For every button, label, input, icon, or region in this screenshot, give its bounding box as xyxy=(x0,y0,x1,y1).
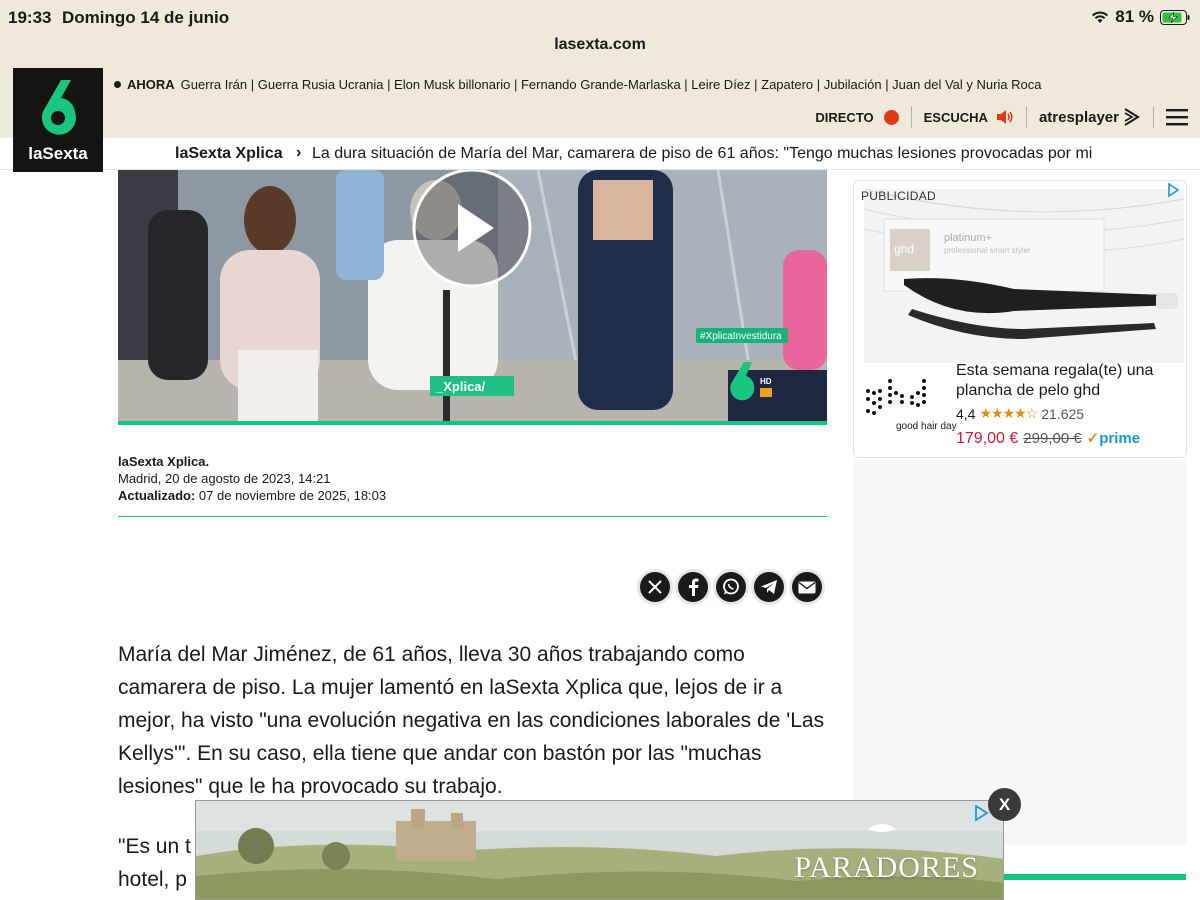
directo-button[interactable]: DIRECTO xyxy=(815,109,899,125)
ad-brand: PARADORES xyxy=(794,851,979,884)
ad-tagline: good hair day xyxy=(896,421,957,432)
article-author: laSexta Xplica. xyxy=(118,454,210,469)
url-bar[interactable]: lasexta.com xyxy=(0,32,1200,62)
paragraph2-line1: "Es un t xyxy=(118,835,191,858)
ad-label: PUBLICIDAD xyxy=(861,189,937,203)
hair-straightener-image: ghd platinum+ professional smart styler xyxy=(863,188,1185,363)
video-program-tag: _Xplica/ xyxy=(435,379,486,394)
logo-text: laSexta xyxy=(28,144,88,163)
ad-price: 179,00 € 299,00 € ✓prime xyxy=(956,429,1140,448)
article-headline: La dura situación de María del Mar, cama… xyxy=(312,145,1093,162)
bottom-banner-ad[interactable]: PARADORES xyxy=(195,800,1004,900)
live-dot xyxy=(114,80,121,88)
lasexta-logo[interactable]: laSexta xyxy=(13,68,103,172)
atresplayer-label: atresplayer xyxy=(1038,108,1119,126)
product-subtext: professional smart styler xyxy=(944,246,1031,255)
share-email-button[interactable] xyxy=(792,572,822,602)
share-telegram-button[interactable] xyxy=(754,572,784,602)
battery-percent: 81 % xyxy=(1115,7,1154,26)
share-bar xyxy=(640,572,822,602)
share-whatsapp-button[interactable] xyxy=(716,572,746,602)
video-progress-bar xyxy=(118,421,827,425)
speaker-icon xyxy=(996,110,1013,124)
ticker-label: AHORA xyxy=(127,76,175,92)
box-brand-text: ghd xyxy=(894,242,914,256)
product-text: platinum+ xyxy=(944,232,992,244)
facebook-icon xyxy=(689,578,699,596)
product-image: ghd platinum+ professional smart styler xyxy=(863,188,1185,363)
x-logo-icon xyxy=(648,580,662,594)
atresplayer-play-icon xyxy=(1124,108,1140,126)
status-time: 19:33 xyxy=(8,8,52,27)
chevron-right-icon: › xyxy=(296,144,302,161)
adchoices-icon[interactable] xyxy=(973,805,989,821)
ticker: AHORA Guerra Irán | Guerra Rusia Ucrania… xyxy=(114,74,1042,94)
article-updated: Actualizado: 07 de noviembre de 2025, 18… xyxy=(118,487,386,504)
close-ad-button[interactable]: X xyxy=(988,788,1021,821)
current-price: 179,00 € xyxy=(956,430,1019,447)
rating-value: 4,4 xyxy=(956,405,976,422)
green-accent-line xyxy=(1000,874,1186,880)
divider xyxy=(910,106,912,128)
updated-date: 07 de noviembre de 2025, 18:03 xyxy=(198,488,387,503)
rating-stars-icon: ★★★★☆ xyxy=(979,405,1038,421)
share-facebook-button[interactable] xyxy=(678,572,708,602)
live-record-icon xyxy=(883,109,899,125)
whatsapp-icon xyxy=(723,578,739,595)
video-hashtag: #XplicaInvestidura xyxy=(700,331,782,342)
directo-label: DIRECTO xyxy=(815,109,874,125)
share-x-button[interactable] xyxy=(640,572,670,602)
paragraph2-line2: hotel, p xyxy=(118,868,187,891)
status-date: Domingo 14 de junio xyxy=(62,8,230,27)
wifi-icon xyxy=(1092,11,1109,23)
envelope-icon xyxy=(798,581,816,593)
play-button-icon[interactable] xyxy=(410,170,534,290)
updated-label: Actualizado: xyxy=(118,488,196,503)
prime-label: prime xyxy=(1099,430,1141,447)
right-column-placeholder xyxy=(853,460,1187,845)
video-hd-badge: HD xyxy=(760,377,772,386)
divider xyxy=(1153,106,1154,128)
prime-badge: ✓prime xyxy=(1086,430,1141,447)
video-player[interactable]: #XplicaInvestidura _Xplica/ HD xyxy=(118,170,827,422)
article-place-date: Madrid, 20 de agosto de 2023, 14:21 xyxy=(118,471,331,486)
ad-rating: 4,4 ★★★★☆ 21.625 xyxy=(956,405,1084,422)
ad-title: Esta semana regala(te) una plancha de pe… xyxy=(956,362,1154,399)
telegram-icon xyxy=(761,580,777,594)
escucha-button[interactable]: ESCUCHA xyxy=(924,109,1014,125)
url-text: lasexta.com xyxy=(554,36,646,53)
status-right: 81 % xyxy=(1091,7,1190,27)
section-link[interactable]: laSexta Xplica xyxy=(175,145,283,163)
ghd-logo xyxy=(866,379,926,415)
article-paragraph: María del Mar Jiménez, de 61 años, lleva… xyxy=(118,643,825,798)
hamburger-menu-icon[interactable] xyxy=(1166,108,1188,126)
battery-charging-icon xyxy=(1160,9,1190,25)
atresplayer-link[interactable]: atresplayer xyxy=(1039,107,1141,127)
adchoices-icon[interactable] xyxy=(1166,183,1180,197)
escucha-label: ESCUCHA xyxy=(923,109,988,125)
old-price: 299,00 € xyxy=(1023,430,1082,447)
divider xyxy=(1025,106,1027,128)
status-bar: 19:33 Domingo 14 de junio 81 % xyxy=(0,0,1200,32)
header-tools: DIRECTO ESCUCHA atresplayer xyxy=(815,103,1188,131)
meta-divider xyxy=(118,516,827,517)
side-advertisement[interactable]: ghd platinum+ professional smart styler … xyxy=(853,180,1187,458)
article-meta: laSexta Xplica. Madrid, 20 de agosto de … xyxy=(118,453,386,504)
review-count: 21.625 xyxy=(1041,405,1085,422)
section-bar: laSexta Xplica › La dura situación de Ma… xyxy=(0,138,1200,170)
six-logo-icon xyxy=(41,80,76,135)
ticker-links[interactable]: Guerra Irán | Guerra Rusia Ucrania | Elo… xyxy=(181,77,1042,92)
